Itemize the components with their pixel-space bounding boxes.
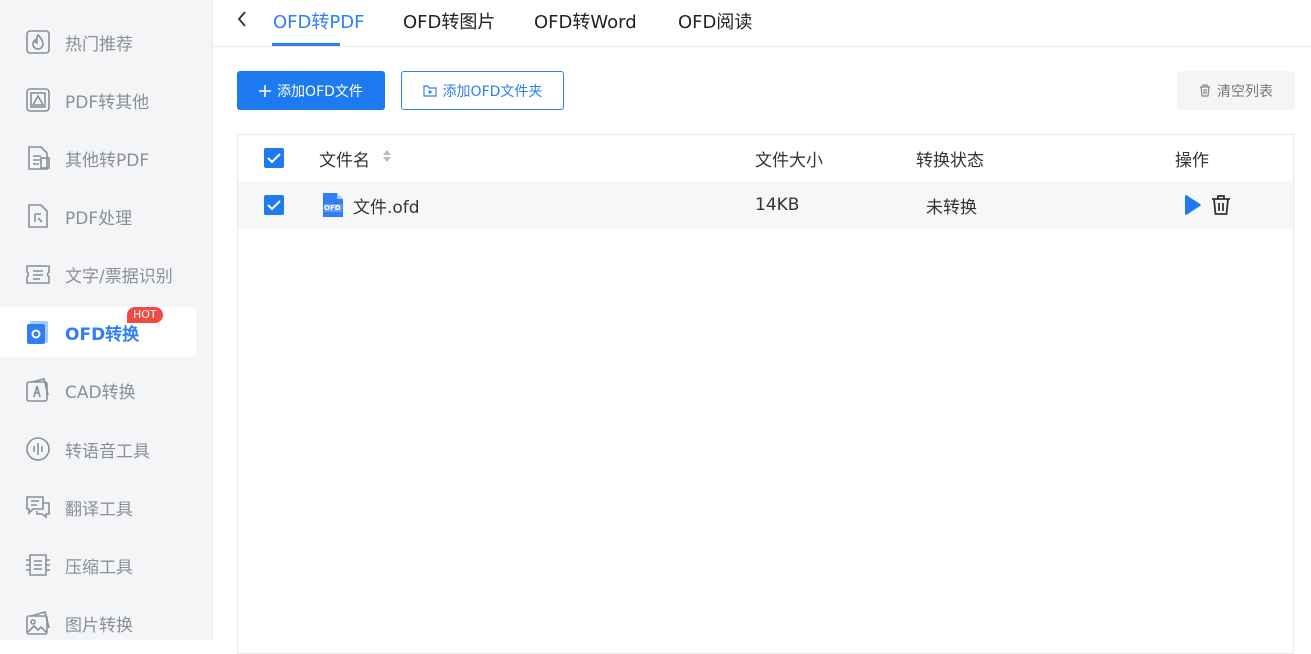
other-to-pdf-icon xyxy=(24,144,52,172)
sidebar-item-translate[interactable]: 翻译工具 xyxy=(0,482,196,532)
file-table: 文件名 文件大小 转换状态 操作 OFD 文件.ofd 14KB 未转换 xyxy=(237,134,1294,654)
sidebar-item-hot[interactable]: 热门推荐 xyxy=(0,17,196,67)
sidebar-item-compress[interactable]: 压缩工具 xyxy=(0,540,196,590)
folder-plus-icon xyxy=(422,84,437,97)
sidebar-item-label: 文字/票据识别 xyxy=(65,266,173,287)
sidebar-item-pdf-process[interactable]: PDF处理 xyxy=(0,191,196,241)
ofd-convert-icon xyxy=(24,318,52,346)
row-checkbox[interactable] xyxy=(264,195,284,215)
trash-icon xyxy=(1199,84,1211,97)
voice-icon xyxy=(24,435,52,463)
sort-icon[interactable] xyxy=(382,148,392,169)
tab-bar: OFD转PDF OFD转图片 OFD转Word OFD阅读 xyxy=(213,0,1311,47)
sidebar-item-label: OFD转换 xyxy=(65,324,140,345)
translate-icon xyxy=(24,493,52,521)
sidebar-item-pdf-to-other[interactable]: PDF转其他 xyxy=(0,75,196,125)
ofd-file-icon-text: OFD xyxy=(324,204,341,212)
tab-ofd-to-word[interactable]: OFD转Word xyxy=(534,8,637,34)
sidebar-item-label: 热门推荐 xyxy=(65,34,133,55)
sidebar-item-label: 其他转PDF xyxy=(65,150,150,171)
hot-recommend-icon xyxy=(24,28,52,56)
file-name: 文件.ofd xyxy=(353,197,420,218)
ocr-ticket-icon xyxy=(24,260,52,288)
table-header: 文件名 文件大小 转换状态 操作 xyxy=(238,135,1293,182)
tab-ofd-to-pdf[interactable]: OFD转PDF xyxy=(273,8,364,34)
file-size: 14KB xyxy=(755,195,800,215)
column-header-status: 转换状态 xyxy=(916,150,984,171)
image-convert-icon xyxy=(24,609,52,637)
sidebar-item-label: 翻译工具 xyxy=(65,499,133,520)
add-ofd-folder-button[interactable]: 添加OFD文件夹 xyxy=(401,71,564,110)
column-header-size: 文件大小 xyxy=(755,150,823,171)
sidebar-item-label: 压缩工具 xyxy=(65,557,133,578)
add-ofd-folder-label: 添加OFD文件夹 xyxy=(442,83,543,100)
add-ofd-file-button[interactable]: 添加OFD文件 xyxy=(237,71,385,110)
column-header-filename: 文件名 xyxy=(319,150,370,171)
sidebar-item-ofd-convert[interactable]: OFD转换 HOT xyxy=(0,307,196,357)
sidebar-item-label: 转语音工具 xyxy=(65,441,150,462)
back-chevron-icon[interactable] xyxy=(233,6,253,32)
sidebar-item-image-convert[interactable]: 图片转换 xyxy=(0,598,196,648)
table-row: OFD 文件.ofd 14KB 未转换 xyxy=(238,181,1293,229)
pdf-to-other-icon xyxy=(24,86,52,114)
tab-ofd-read[interactable]: OFD阅读 xyxy=(678,8,752,34)
plus-icon xyxy=(259,84,272,97)
hot-badge: HOT xyxy=(127,307,163,323)
sidebar-item-label: CAD转换 xyxy=(65,382,136,403)
tab-ofd-to-image[interactable]: OFD转图片 xyxy=(403,8,495,34)
clear-list-button[interactable]: 清空列表 xyxy=(1177,71,1295,110)
cad-convert-icon xyxy=(24,376,52,404)
compress-icon xyxy=(24,551,52,579)
file-status: 未转换 xyxy=(926,197,977,218)
sidebar-item-other-to-pdf[interactable]: 其他转PDF xyxy=(0,133,196,183)
play-icon[interactable] xyxy=(1183,195,1201,215)
sidebar-item-label: PDF处理 xyxy=(65,208,133,229)
pdf-process-icon xyxy=(24,202,52,230)
clear-list-label: 清空列表 xyxy=(1217,83,1273,100)
delete-icon[interactable] xyxy=(1211,194,1231,216)
ofd-file-icon: OFD xyxy=(321,192,345,218)
sidebar-item-label: PDF转其他 xyxy=(65,92,150,113)
sidebar-item-voice[interactable]: 转语音工具 xyxy=(0,424,196,474)
add-ofd-file-label: 添加OFD文件 xyxy=(277,83,363,100)
sidebar-item-label: 图片转换 xyxy=(65,615,133,636)
select-all-checkbox[interactable] xyxy=(264,148,284,168)
sidebar-item-ocr[interactable]: 文字/票据识别 xyxy=(0,249,196,299)
sidebar: 热门推荐 PDF转其他 其他转PDF PDF处理 文字/票据识别 OFD转换 H… xyxy=(0,0,213,640)
active-tab-indicator xyxy=(272,43,340,46)
column-header-action: 操作 xyxy=(1175,150,1209,171)
sidebar-item-cad[interactable]: CAD转换 xyxy=(0,365,196,415)
